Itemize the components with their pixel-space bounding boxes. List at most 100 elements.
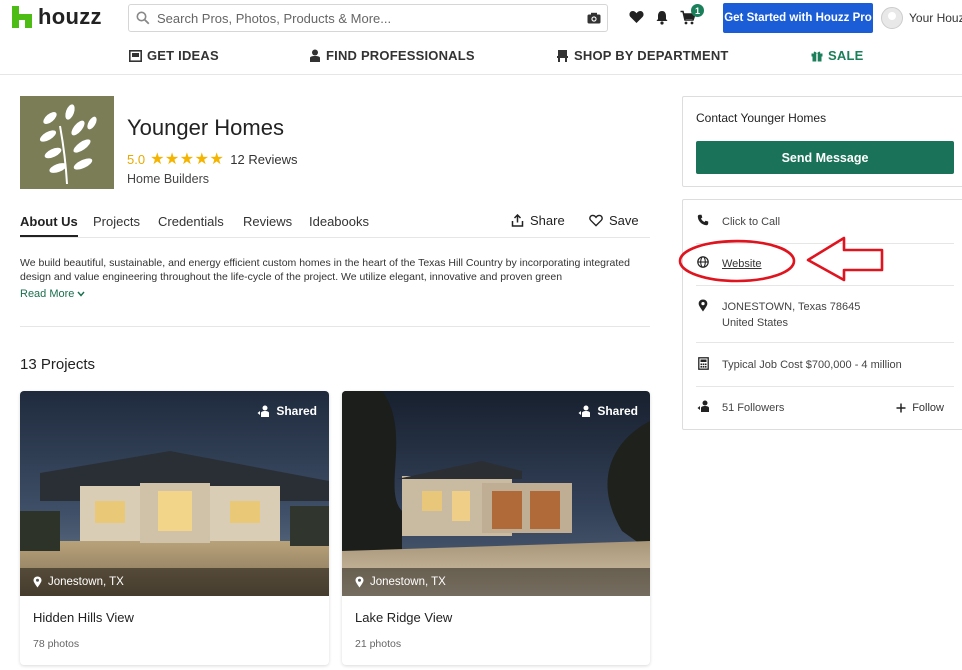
- professional-icon: [310, 49, 320, 62]
- project-card[interactable]: Shared Jonestown, TX Hidden Hills View 7…: [20, 391, 329, 665]
- shared-label: Shared: [597, 404, 638, 418]
- shared-icon: [578, 405, 591, 417]
- nav-label: FIND PROFESSIONALS: [326, 48, 475, 63]
- cart-count-badge: 1: [691, 4, 704, 17]
- phone-icon: [696, 214, 710, 226]
- rating-score: 5.0: [127, 151, 146, 167]
- search-bar[interactable]: [128, 4, 608, 32]
- tab-ideabooks[interactable]: Ideabooks: [309, 214, 369, 229]
- address-line-2: United States: [722, 317, 789, 329]
- website-link[interactable]: Website: [722, 256, 762, 272]
- search-input[interactable]: [157, 10, 581, 26]
- project-location: Jonestown, TX: [20, 568, 329, 596]
- search-icon: [129, 11, 157, 25]
- heart-outline-icon: [589, 214, 603, 227]
- business-info-panel: Click to Call Website JONESTOWN, Texas 7…: [682, 199, 962, 430]
- location-label: Jonestown, TX: [370, 576, 446, 588]
- contact-panel: Contact Younger Homes Send Message: [682, 96, 962, 187]
- nav-find-professionals[interactable]: FIND PROFESSIONALS: [309, 48, 475, 63]
- follow-button[interactable]: Follow: [896, 402, 944, 414]
- address-text: JONESTOWN, Texas 78645 United States: [722, 299, 860, 331]
- address-line-1: JONESTOWN, Texas 78645: [722, 301, 861, 313]
- project-photo-count: 21 photos: [355, 638, 402, 650]
- nav-shop-by-department[interactable]: SHOP BY DEPARTMENT: [556, 48, 729, 63]
- reviews-link[interactable]: 12 Reviews: [230, 152, 297, 167]
- nav-label: SALE: [828, 48, 864, 63]
- share-label: Share: [530, 213, 565, 228]
- houzz-logo-icon: [12, 6, 32, 28]
- profile-tabs: About Us Projects Credentials Reviews Id…: [20, 208, 650, 238]
- plus-icon: [896, 403, 906, 413]
- chevron-down-icon: [77, 291, 85, 297]
- heart-icon[interactable]: [628, 8, 644, 26]
- nav-label: GET IDEAS: [147, 48, 219, 63]
- project-card[interactable]: Shared Jonestown, TX Lake Ridge View 21 …: [342, 391, 650, 665]
- job-cost-text: Typical Job Cost $700,000 - 4 million: [722, 359, 902, 371]
- shared-icon: [257, 405, 270, 417]
- click-to-call-row[interactable]: Click to Call: [696, 214, 954, 244]
- star-rating-icon: ★★★★★: [150, 151, 225, 168]
- nav-sale[interactable]: SALE: [811, 48, 863, 63]
- brand-name: houzz: [38, 4, 102, 29]
- business-category: Home Builders: [127, 172, 209, 186]
- houzz-logo[interactable]: houzz: [12, 4, 102, 30]
- job-cost-row: Typical Job Cost $700,000 - 4 million: [696, 357, 954, 387]
- save-label: Save: [609, 213, 639, 228]
- calculator-icon: [696, 357, 710, 370]
- cart-icon[interactable]: 1: [680, 4, 704, 26]
- houzz-pro-button[interactable]: Get Started with Houzz Pro: [723, 3, 873, 33]
- globe-icon: [696, 256, 710, 268]
- read-more-label: Read More: [20, 288, 75, 300]
- project-photo[interactable]: [342, 391, 650, 596]
- about-text: We build beautiful, sustainable, and ene…: [20, 257, 630, 283]
- photo-book-icon: [129, 49, 142, 62]
- account-label: Your Houzz: [909, 11, 962, 25]
- business-name: Younger Homes: [127, 115, 284, 140]
- read-more-link[interactable]: Read More: [20, 288, 85, 300]
- send-message-button[interactable]: Send Message: [696, 141, 954, 174]
- contact-title: Contact Younger Homes: [696, 111, 827, 125]
- share-icon: [511, 214, 524, 227]
- gift-icon: [811, 51, 823, 61]
- divider: [20, 326, 650, 327]
- header-icons: 1: [628, 4, 704, 26]
- leaf-logo-icon: [39, 104, 97, 185]
- rating-summary: 5.0 ★★★★★ 12 Reviews: [127, 149, 298, 169]
- shared-label: Shared: [276, 404, 317, 418]
- bell-icon[interactable]: [654, 8, 670, 26]
- map-pin-icon: [696, 299, 710, 312]
- click-to-call-label: Click to Call: [722, 216, 781, 228]
- tab-projects[interactable]: Projects: [93, 214, 140, 229]
- main-nav: GET IDEAS FIND PROFESSIONALS SHOP BY DEP…: [0, 42, 962, 75]
- tab-credentials[interactable]: Credentials: [158, 214, 224, 229]
- shopping-cart-icon: [557, 50, 568, 62]
- account-menu[interactable]: Your Houzz: [881, 7, 962, 29]
- tab-reviews[interactable]: Reviews: [243, 214, 292, 229]
- projects-heading: 13 Projects: [20, 356, 96, 373]
- tab-about-us[interactable]: About Us: [20, 214, 78, 237]
- project-photo[interactable]: [20, 391, 329, 596]
- website-row[interactable]: Website: [696, 256, 954, 286]
- save-button[interactable]: Save: [589, 213, 639, 228]
- shared-badge: Shared: [578, 404, 638, 418]
- project-photo-count: 78 photos: [33, 638, 80, 650]
- location-label: Jonestown, TX: [48, 576, 124, 588]
- map-pin-icon: [33, 576, 42, 588]
- top-bar: houzz 1 Get Started with Houzz Pro Your …: [0, 0, 962, 36]
- avatar: [881, 7, 903, 29]
- followers-row: 51 Followers Follow: [696, 400, 954, 422]
- nav-label: SHOP BY DEPARTMENT: [574, 48, 729, 63]
- followers-count: 51 Followers: [722, 402, 785, 414]
- shared-badge: Shared: [257, 404, 317, 418]
- project-title[interactable]: Hidden Hills View: [33, 610, 134, 625]
- camera-icon[interactable]: [581, 12, 607, 24]
- map-pin-icon: [355, 576, 364, 588]
- followers-icon: [696, 400, 710, 413]
- share-button[interactable]: Share: [511, 213, 565, 228]
- address-row: JONESTOWN, Texas 78645 United States: [696, 299, 954, 343]
- project-title[interactable]: Lake Ridge View: [355, 610, 452, 625]
- project-location: Jonestown, TX: [342, 568, 650, 596]
- follow-label: Follow: [912, 402, 944, 414]
- nav-get-ideas[interactable]: GET IDEAS: [129, 48, 219, 63]
- business-logo: [20, 96, 114, 189]
